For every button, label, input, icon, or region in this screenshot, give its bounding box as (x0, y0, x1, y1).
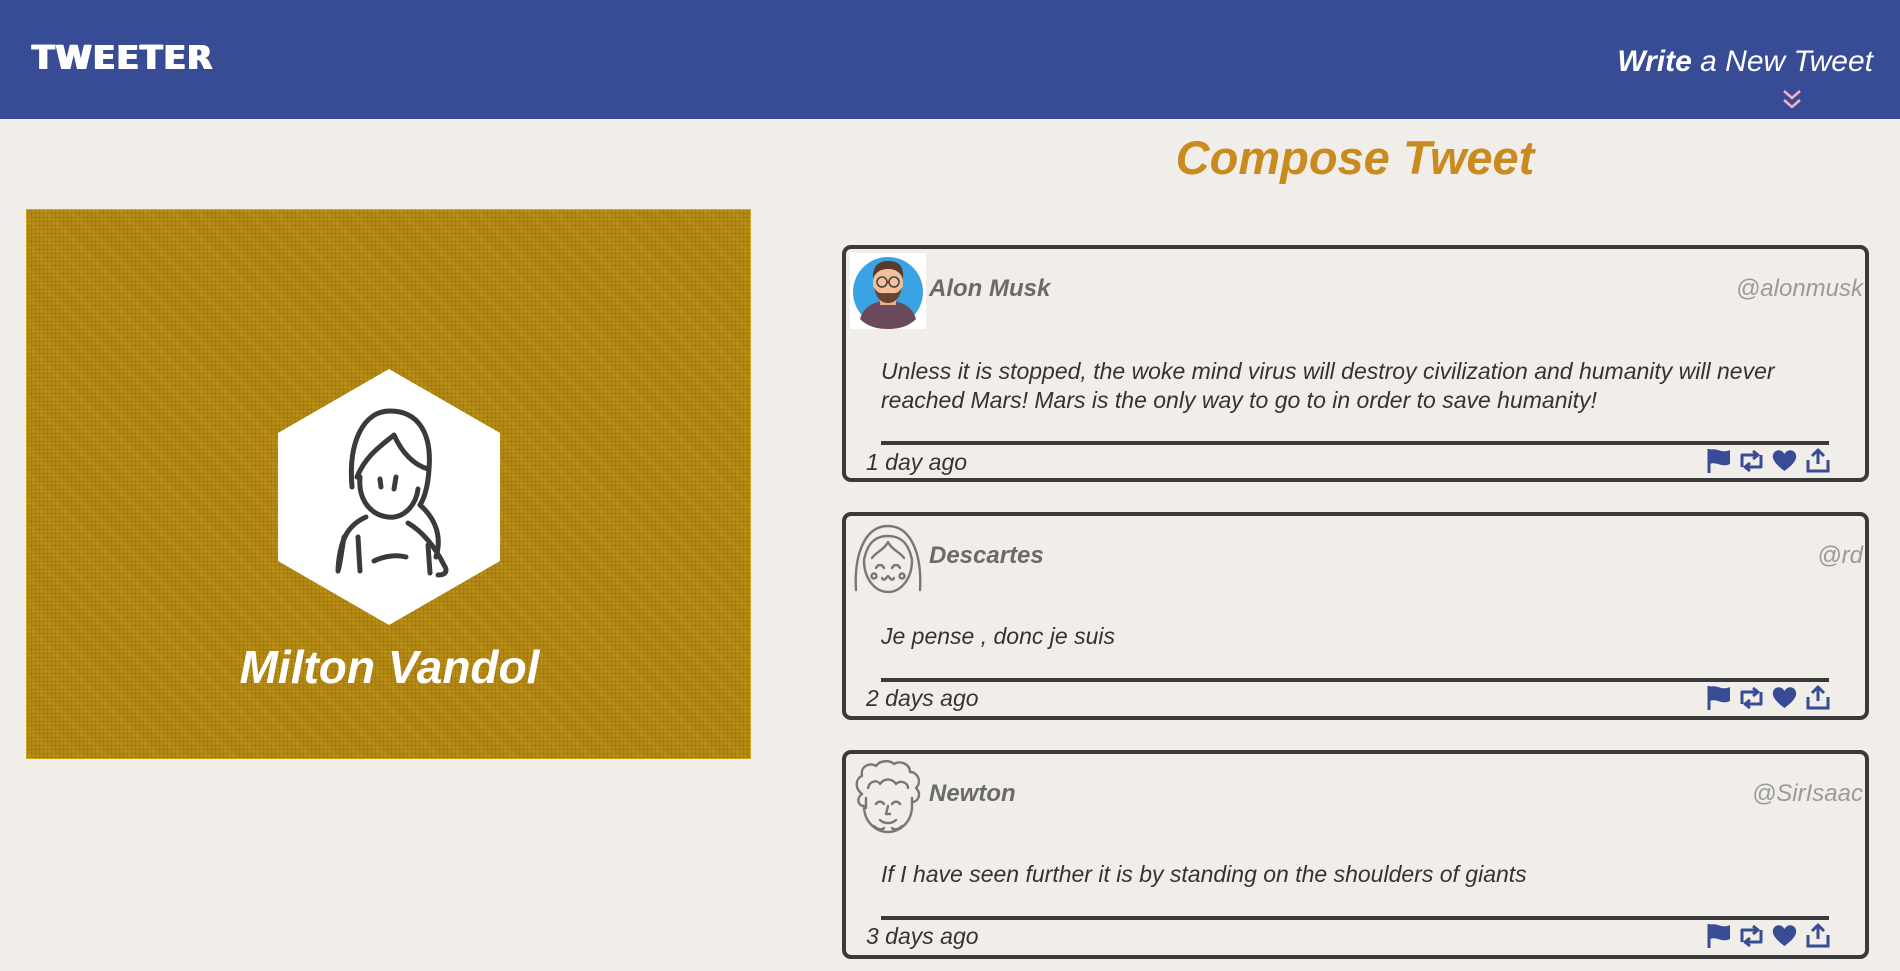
tweet-card: Descartes @rd Je pense , donc je suis 2 … (842, 512, 1869, 720)
tweet-divider (881, 916, 1829, 920)
avatar-icon (850, 253, 926, 329)
double-chevron-down-icon[interactable] (1780, 88, 1804, 112)
flag-icon (1707, 686, 1730, 710)
avatar-icon (855, 760, 921, 834)
like-button[interactable] (1770, 684, 1799, 711)
avatar-icon (854, 524, 922, 594)
retweet-icon (1740, 924, 1763, 948)
tweet-author-name[interactable]: Descartes (929, 542, 1044, 570)
share-icon (1806, 448, 1829, 473)
tweet-card: Newton @SirIsaac If I have seen further … (842, 750, 1869, 959)
flag-icon (1707, 449, 1730, 473)
heart-icon (1772, 450, 1797, 471)
write-new-tweet-link[interactable]: Write a New Tweet (1617, 45, 1873, 79)
brand-logo[interactable]: TWEETER (32, 38, 213, 77)
tweet-actions (1704, 922, 1832, 949)
tweet-author-handle[interactable]: @SirIsaac (1752, 780, 1863, 808)
share-icon (1806, 923, 1829, 948)
tweet-author-handle[interactable]: @alonmusk (1736, 275, 1863, 303)
tweet-text: Unless it is stopped, the woke mind viru… (881, 358, 1775, 413)
retweet-icon (1740, 686, 1763, 710)
tweet-actions (1704, 447, 1832, 474)
flag-icon (1707, 924, 1730, 948)
navbar: TWEETER Write a New Tweet (0, 0, 1900, 119)
flag-button[interactable] (1704, 684, 1733, 711)
new-tweet-label: a New Tweet (1691, 45, 1873, 78)
tweet-text: If I have seen further it is by standing… (881, 861, 1527, 887)
heart-icon (1772, 687, 1797, 708)
tweet-timestamp: 2 days ago (866, 685, 979, 711)
retweet-button[interactable] (1737, 447, 1766, 474)
heart-icon (1772, 925, 1797, 946)
tweet-author-name[interactable]: Alon Musk (929, 275, 1050, 303)
tweet-timestamp: 3 days ago (866, 923, 979, 949)
write-label: Write (1617, 45, 1692, 78)
profile-avatar-icon (278, 369, 500, 625)
retweet-button[interactable] (1737, 684, 1766, 711)
compose-tweet-heading[interactable]: Compose Tweet (842, 130, 1868, 185)
tweet-text: Je pense , donc je suis (881, 623, 1115, 649)
share-icon (1806, 685, 1829, 710)
flag-button[interactable] (1704, 447, 1733, 474)
tweet-divider (881, 678, 1829, 682)
like-button[interactable] (1770, 922, 1799, 949)
tweet-card: Alon Musk @alonmusk Unless it is stopped… (842, 245, 1869, 482)
share-button[interactable] (1803, 447, 1832, 474)
profile-name: Milton Vandol (239, 641, 540, 693)
tweet-actions (1704, 684, 1832, 711)
retweet-icon (1740, 449, 1763, 473)
like-button[interactable] (1770, 447, 1799, 474)
share-button[interactable] (1803, 922, 1832, 949)
tweet-author-handle[interactable]: @rd (1817, 542, 1863, 570)
tweet-divider (881, 441, 1829, 445)
tweet-timestamp: 1 day ago (866, 449, 968, 475)
profile-card: Milton Vandol (26, 209, 751, 759)
retweet-button[interactable] (1737, 922, 1766, 949)
flag-button[interactable] (1704, 922, 1733, 949)
share-button[interactable] (1803, 684, 1832, 711)
tweet-author-name[interactable]: Newton (929, 780, 1016, 808)
